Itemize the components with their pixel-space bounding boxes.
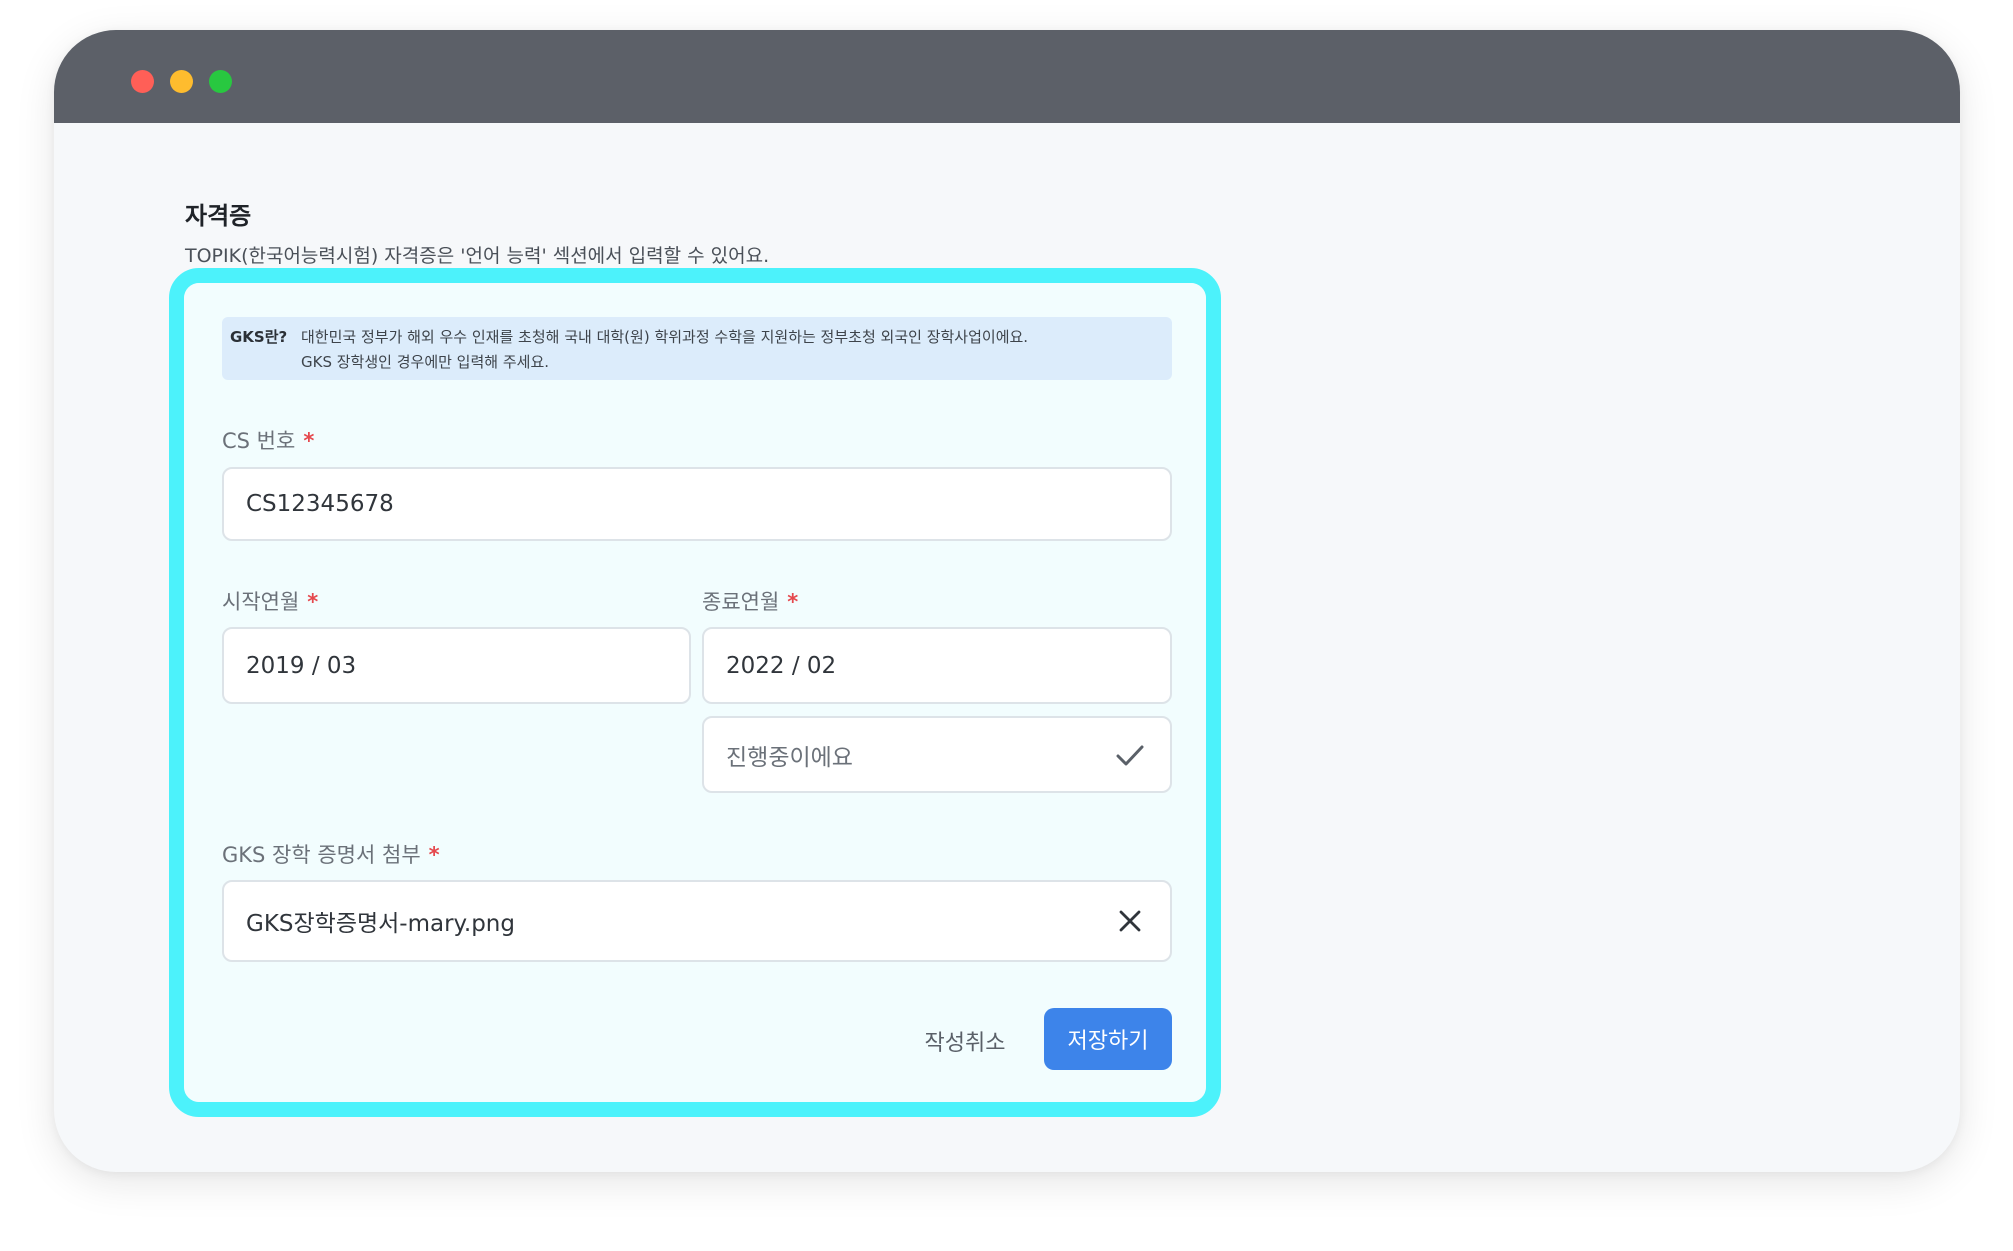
notice-text-line2: GKS 장학생인 경우에만 입력해 주세요. [301,353,550,371]
save-button[interactable]: 저장하기 [1044,1008,1172,1070]
required-mark: * [307,590,319,614]
in-progress-label: 진행중이에요 [726,744,853,771]
maximize-window-button[interactable] [209,70,232,93]
cancel-button[interactable]: 작성취소 [910,1011,1020,1071]
cs-number-label-text: CS 번호 [222,429,296,453]
required-mark: * [428,843,440,867]
end-date-label-text: 종료연월 [702,590,780,614]
section-description: TOPIK(한국어능력시험) 자격증은 '언어 능력' 섹션에서 입력할 수 있… [185,245,770,267]
attachment-field[interactable]: GKS장학증명서-mary.png [222,880,1172,962]
notice-text-line1: 대한민국 정부가 해외 우수 인재를 초청해 국내 대학(원) 학위과정 수학을… [301,328,1029,346]
attachment-label-text: GKS 장학 증명서 첨부 [222,843,421,867]
cs-number-label: CS 번호 * [222,425,314,455]
cs-number-input[interactable] [224,469,1170,539]
start-date-label-text: 시작연월 [222,590,300,614]
in-progress-toggle[interactable]: 진행중이에요 [702,716,1172,793]
gks-notice-box: GKS란? 대한민국 정부가 해외 우수 인재를 초청해 국내 대학(원) 학위… [222,317,1172,380]
attachment-file-name: GKS장학증명서-mary.png [246,911,515,937]
window-titlebar [54,30,1960,123]
check-icon [1116,745,1144,765]
close-icon[interactable] [1114,905,1146,937]
required-mark: * [787,590,799,614]
start-date-value: 2019 / 03 [246,652,357,679]
start-date-label: 시작연월 * [222,586,318,616]
minimize-window-button[interactable] [170,70,193,93]
end-date-value: 2022 / 02 [726,652,837,679]
close-window-button[interactable] [131,70,154,93]
required-mark: * [303,429,315,453]
end-date-label: 종료연월 * [702,586,798,616]
notice-tag: GKS란? [230,328,288,346]
end-date-field[interactable]: 2022 / 02 [702,627,1172,704]
start-date-field[interactable]: 2019 / 03 [222,627,691,704]
section-title: 자격증 [185,202,252,230]
attachment-label: GKS 장학 증명서 첨부 * [222,839,440,869]
cs-number-field[interactable] [222,467,1172,541]
